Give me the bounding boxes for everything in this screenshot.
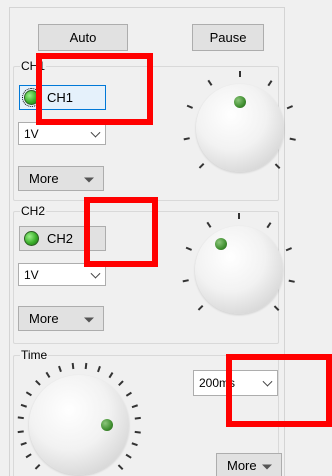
auto-button[interactable]: Auto — [38, 24, 128, 51]
knob-tick-mark — [238, 213, 240, 219]
knob-tick-mark — [96, 366, 101, 373]
time-more-label: More — [227, 458, 257, 473]
knob-tick-mark — [186, 247, 193, 252]
knob-tick-mark — [126, 391, 132, 396]
knob-tick-mark — [108, 372, 113, 378]
knob-indicator-icon — [215, 238, 227, 250]
knob-tick-mark — [275, 163, 281, 169]
knob-tick-mark — [20, 442, 27, 447]
knob-tick-mark — [45, 372, 50, 378]
scope-control-panel: Auto Pause CH1 CH1 1V More CH2 CH2 1V Mo… — [0, 0, 332, 476]
chevron-down-icon — [90, 127, 101, 138]
pause-button[interactable]: Pause — [192, 24, 264, 51]
knob-tick-mark — [206, 222, 212, 229]
knob-tick-mark — [26, 454, 32, 459]
knob-tick-mark — [71, 363, 74, 370]
knob-tick-mark — [17, 417, 24, 420]
knob-tick-mark — [134, 417, 141, 420]
knob-tick-mark — [187, 105, 194, 110]
knob-tick-mark — [131, 403, 138, 408]
knob-tick-mark — [183, 137, 191, 140]
knob-face — [29, 375, 129, 475]
knob-tick-mark — [26, 391, 32, 396]
knob-tick-mark — [289, 137, 297, 140]
knob-tick-mark — [288, 279, 296, 282]
knob-tick-mark — [118, 380, 124, 386]
knob-tick-mark — [134, 430, 141, 433]
knob-face — [195, 226, 283, 314]
knob-tick-mark — [198, 305, 204, 311]
knob-tick-mark — [131, 442, 138, 447]
knob-tick-mark — [182, 279, 190, 282]
triangle-down-icon — [84, 317, 94, 322]
knob-tick-mark — [286, 105, 293, 110]
chevron-down-icon — [90, 268, 101, 279]
triangle-down-icon — [262, 464, 272, 469]
time-knob[interactable] — [14, 360, 144, 476]
ch1-volts-knob[interactable] — [182, 70, 298, 186]
knob-indicator-icon — [101, 419, 113, 431]
time-more-button[interactable]: More — [216, 453, 282, 476]
knob-tick-mark — [57, 366, 62, 373]
ch2-toggle-label: CH2 — [47, 231, 74, 246]
channel-led-icon — [24, 231, 39, 246]
ch1-more-button[interactable]: More — [18, 166, 104, 191]
knob-tick-mark — [126, 454, 132, 459]
knob-tick-mark — [239, 71, 241, 77]
knob-tick-mark — [84, 363, 87, 370]
highlight-box-timebase — [226, 354, 332, 427]
knob-tick-mark — [34, 464, 40, 470]
ch1-more-label: More — [29, 171, 59, 186]
ch1-volts-select[interactable]: 1V — [18, 122, 106, 145]
highlight-box-ch1 — [36, 53, 153, 125]
ch2-volts-knob[interactable] — [181, 212, 297, 328]
knob-tick-mark — [199, 163, 205, 169]
knob-tick-mark — [266, 222, 272, 229]
ch2-volts-value: 1V — [24, 267, 39, 282]
knob-tick-mark — [274, 305, 280, 311]
triangle-down-icon — [84, 177, 94, 182]
ch2-more-button[interactable]: More — [18, 306, 104, 331]
highlight-box-ch2 — [84, 197, 158, 267]
knob-indicator-icon — [234, 96, 246, 108]
knob-tick-mark — [285, 247, 292, 252]
knob-tick-mark — [17, 430, 24, 433]
knob-tick-mark — [20, 403, 27, 408]
ch2-group-title: CH2 — [20, 204, 47, 218]
knob-tick-mark — [207, 80, 213, 87]
ch1-volts-value: 1V — [24, 126, 39, 141]
knob-tick-mark — [34, 380, 40, 386]
knob-tick-mark — [267, 80, 273, 87]
ch2-more-label: More — [29, 311, 59, 326]
knob-tick-mark — [118, 464, 124, 470]
